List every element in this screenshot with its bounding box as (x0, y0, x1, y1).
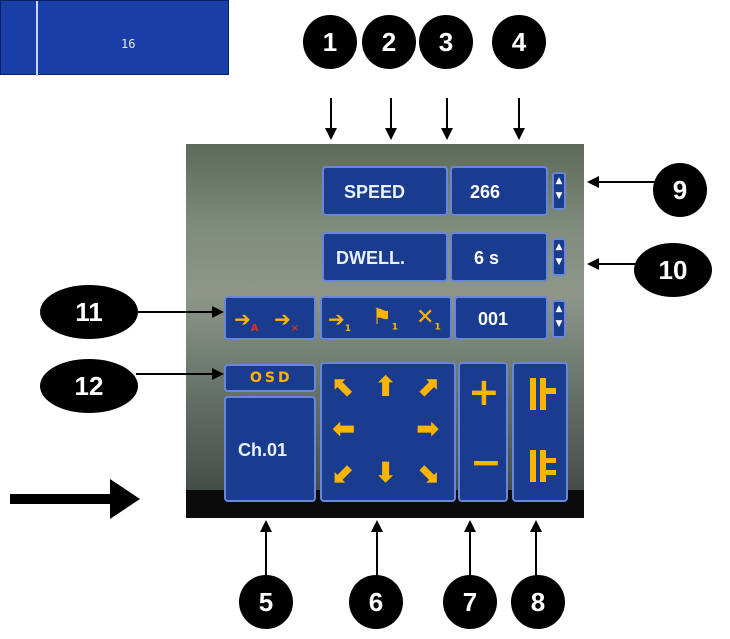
dwell-stepper[interactable]: ▲ ▼ (552, 238, 566, 276)
right-arrow-icon[interactable]: ➡ (416, 412, 439, 445)
speed-value: 266 (470, 182, 501, 202)
osd-button[interactable]: OSD (224, 364, 316, 392)
minus-button[interactable]: − (470, 442, 502, 482)
callout-2: 2 (362, 15, 416, 69)
zoom-wide-icon[interactable] (528, 448, 556, 484)
osd-screen: SPEED 266 ▲ ▼ DWELL. 6 s ▲ ▼ ➔A ➔× ➔1 ⚑1 ✕… (186, 144, 584, 518)
preset-mode-panel[interactable]: ➔A ➔× (224, 296, 316, 340)
leader-head (325, 128, 337, 140)
leader-line (535, 532, 537, 576)
callout-5: 5 (239, 575, 293, 629)
zoom-tele-icon[interactable] (528, 376, 556, 412)
leader-line (599, 181, 655, 183)
callout-10: 10 (634, 243, 712, 297)
dwell-value: 6 s (474, 248, 500, 268)
plus-button[interactable]: + (468, 372, 500, 412)
leader-head (441, 128, 453, 140)
divider (36, 1, 38, 76)
leader-line (330, 98, 332, 128)
leader-line (469, 532, 471, 576)
preset-action-panel: ➔1 ⚑1 ✕1 (320, 296, 452, 340)
osd-label: OSD (250, 370, 293, 386)
callout-12: 12 (40, 359, 138, 413)
left-arrow-icon[interactable]: ⬅ (332, 412, 355, 445)
arrow-1-icon[interactable]: ➔1 (328, 307, 351, 334)
pointer-arrow-head (110, 479, 140, 519)
dwell-label: DWELL. (336, 248, 405, 268)
leader-line (446, 98, 448, 128)
down-right-arrow-icon[interactable]: ⬊ (416, 456, 439, 489)
leader-line (136, 311, 212, 313)
thumbnail-value: 16 (121, 37, 136, 51)
leader-head (260, 520, 272, 532)
callout-6: 6 (349, 575, 403, 629)
preset-stepper[interactable]: ▲ ▼ (552, 300, 566, 338)
callout-1: 1 (303, 15, 357, 69)
preset-value: 001 (478, 309, 509, 329)
callout-3: 3 (419, 15, 473, 69)
speed-stepper[interactable]: ▲ ▼ (552, 172, 566, 210)
speed-label-panel: SPEED (322, 166, 448, 216)
up-left-arrow-icon[interactable]: ⬉ (332, 370, 355, 403)
callout-9: 9 (653, 163, 707, 217)
leader-line (136, 373, 212, 375)
thumbnail-panel: 16 (0, 0, 229, 76)
speed-value-panel[interactable]: 266 (450, 166, 548, 216)
up-arrow-icon[interactable]: ⬆ (374, 370, 397, 403)
leader-line (376, 532, 378, 576)
direction-pad: ⬉ ⬆ ⬈ ⬅ ➡ ⬋ ⬇ ⬊ (320, 362, 456, 502)
preset-value-panel[interactable]: 001 (454, 296, 548, 340)
zoom-controls: + − (458, 362, 508, 502)
down-arrow-icon[interactable]: ⬇ (374, 456, 397, 489)
x-1-icon[interactable]: ✕1 (416, 305, 441, 332)
leader-line (390, 98, 392, 128)
up-right-arrow-icon[interactable]: ⬈ (416, 370, 439, 403)
leader-head (371, 520, 383, 532)
arrow-a-icon[interactable]: ➔A (234, 307, 259, 334)
leader-head (385, 128, 397, 140)
arrow-x-icon[interactable]: ➔× (274, 307, 299, 334)
leader-line (265, 532, 267, 576)
speed-label: SPEED (344, 182, 406, 202)
leader-line (518, 98, 520, 128)
leader-head (530, 520, 542, 532)
leader-head (212, 306, 224, 318)
leader-head (513, 128, 525, 140)
leader-head (587, 258, 599, 270)
dwell-label-panel: DWELL. (322, 232, 448, 282)
callout-8: 8 (511, 575, 565, 629)
channel-panel[interactable]: Ch.01 (224, 396, 316, 502)
leader-head (464, 520, 476, 532)
callout-7: 7 (443, 575, 497, 629)
callout-4: 4 (492, 15, 546, 69)
leader-line (599, 263, 639, 265)
pointer-arrow-shaft (10, 494, 114, 504)
leader-head (587, 176, 599, 188)
focus-controls (512, 362, 568, 502)
down-left-arrow-icon[interactable]: ⬋ (332, 456, 355, 489)
callout-11: 11 (40, 285, 138, 339)
flag-icon[interactable]: ⚑1 (372, 305, 398, 332)
channel-label: Ch.01 (238, 440, 288, 460)
leader-head (212, 368, 224, 380)
dwell-value-panel[interactable]: 6 s (450, 232, 548, 282)
